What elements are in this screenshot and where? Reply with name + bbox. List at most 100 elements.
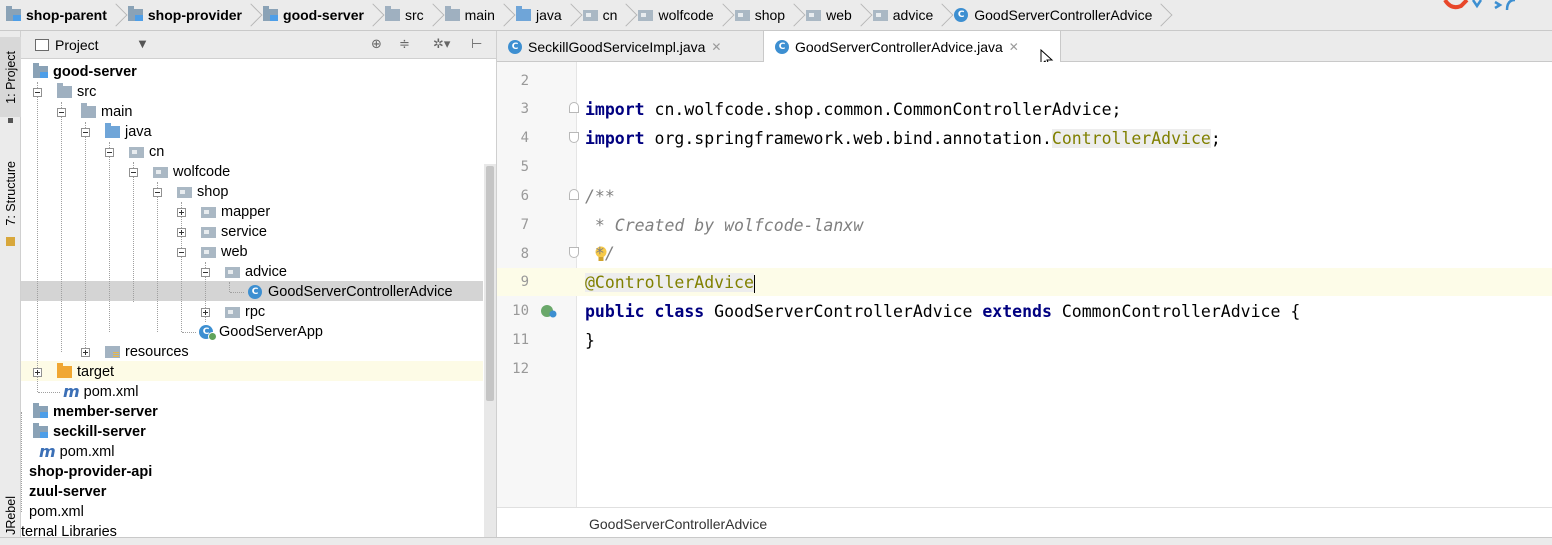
fold-marker-icon[interactable]	[569, 247, 579, 258]
tree-guide-line	[181, 202, 182, 332]
close-icon[interactable]: ✕	[711, 40, 721, 54]
module-folder-icon	[33, 403, 48, 418]
tree-item-shop[interactable]: shop	[177, 182, 228, 202]
editor-breadcrumb-label[interactable]: GoodServerControllerAdvice	[589, 516, 767, 532]
project-panel-title[interactable]: Project	[55, 37, 99, 53]
editor-tabs: C SeckillGoodServiceImpl.java ✕ C GoodServe…	[497, 31, 1552, 69]
tree-toggle-expand[interactable]	[201, 308, 210, 317]
breadcrumb-item-goodservercontrolleradvice[interactable]: C GoodServerControllerAdvice	[948, 0, 1158, 30]
breadcrumb-separator	[113, 0, 122, 30]
project-panel-header: Project ▼ ⊕ ≑ ✲▾ ⊢	[21, 31, 496, 59]
tree-item-wolfcode[interactable]: wolfcode	[153, 162, 230, 182]
fold-marker-icon[interactable]	[569, 102, 579, 113]
tree-item-mapper[interactable]: mapper	[201, 202, 270, 222]
breadcrumb-item-wolfcode[interactable]: wolfcode	[632, 0, 719, 30]
breadcrumb: shop-parent shop-provider good-server sr…	[0, 0, 1552, 31]
breadcrumb-item-shop[interactable]: shop	[729, 0, 791, 30]
module-folder-icon	[33, 63, 48, 78]
tree-item-goodserverapp[interactable]: C GoodServerApp	[199, 322, 323, 342]
code-editor[interactable]: 2 3 4 5 6 7 8 9 10 11 12 import cn.wolfc…	[497, 62, 1552, 545]
package-icon	[582, 9, 598, 21]
line-number: 8	[520, 246, 529, 262]
tree-toggle-expand[interactable]	[81, 348, 90, 357]
line-number: 9	[520, 274, 529, 290]
locate-icon[interactable]: ⊕	[371, 37, 382, 52]
breadcrumb-separator	[939, 0, 948, 30]
tree-item-pom-xml[interactable]: m pom.xml	[39, 442, 114, 462]
breadcrumb-item-main[interactable]: main	[439, 0, 501, 30]
tree-toggle-collapse[interactable]	[201, 268, 210, 277]
tree-item-resources[interactable]: resources	[105, 342, 189, 362]
code-line-9: @ControllerAdvice	[585, 273, 755, 293]
package-icon	[201, 206, 216, 218]
tree-item-advice[interactable]: advice	[225, 262, 287, 282]
tree-item-src[interactable]: src	[57, 82, 96, 102]
breadcrumb-item-good-server[interactable]: good-server	[257, 0, 370, 30]
spring-bean-gutter-icon[interactable]	[540, 303, 558, 319]
fold-marker-icon[interactable]	[569, 189, 579, 200]
settings-gear-icon[interactable]: ✲▾	[433, 37, 450, 52]
line-number: 7	[520, 217, 529, 233]
line-number: 4	[520, 130, 529, 146]
breadcrumb-separator	[248, 0, 257, 30]
module-folder-icon	[6, 6, 21, 21]
package-icon	[638, 9, 654, 21]
tree-item-java[interactable]: java	[105, 122, 152, 142]
breadcrumb-item-advice[interactable]: advice	[867, 0, 939, 30]
tree-item-member-server[interactable]: member-server	[33, 402, 158, 422]
tree-item-service[interactable]: service	[201, 222, 267, 242]
project-scrollbar[interactable]	[484, 164, 496, 545]
tree-item-seckill-server[interactable]: seckill-server	[33, 422, 146, 442]
tree-toggle-collapse[interactable]	[105, 148, 114, 157]
tab-seckillgoodserviceimpl[interactable]: C SeckillGoodServiceImpl.java ✕	[497, 31, 721, 62]
tree-item-shop-provider-api[interactable]: shop-provider-api	[29, 462, 152, 482]
tree-toggle-collapse[interactable]	[153, 188, 162, 197]
tree-toggle-collapse[interactable]	[177, 248, 186, 257]
tree-guide-line	[182, 332, 196, 333]
source-folder-icon	[105, 123, 120, 138]
folder-icon	[384, 6, 400, 21]
tree-item-rpc[interactable]: rpc	[225, 302, 265, 322]
tool-tab-structure[interactable]: 7: Structure	[0, 143, 21, 243]
hide-panel-icon[interactable]: ⊢	[471, 37, 482, 52]
tree-item-target[interactable]: target	[57, 362, 114, 382]
collapse-all-icon[interactable]: ≑	[399, 37, 410, 52]
tree-item-pom-xml[interactable]: pom.xml	[29, 502, 84, 522]
breadcrumb-item-shop-provider[interactable]: shop-provider	[122, 0, 248, 30]
tree-item-cn[interactable]: cn	[129, 142, 164, 162]
source-folder-icon	[515, 6, 531, 21]
tree-item-zuul-server[interactable]: zuul-server	[29, 482, 106, 502]
fold-marker-icon[interactable]	[569, 132, 579, 143]
tool-tab-project[interactable]: 1: Project	[0, 37, 21, 117]
tree-item-web[interactable]: web	[201, 242, 248, 262]
breadcrumb-separator	[623, 0, 632, 30]
code-line-4: import org.springframework.web.bind.anno…	[585, 129, 1221, 148]
tree-toggle-collapse[interactable]	[81, 128, 90, 137]
tree-item-main[interactable]: main	[81, 102, 132, 122]
package-icon	[129, 146, 144, 158]
close-icon[interactable]: ✕	[1009, 40, 1019, 54]
plugin-logo-icon	[1437, 0, 1552, 14]
tree-item-good-server[interactable]: good-server	[33, 62, 137, 82]
project-panel: Project ▼ ⊕ ≑ ✲▾ ⊢ good-server src main …	[21, 31, 497, 545]
package-icon	[872, 9, 888, 21]
scrollbar-thumb[interactable]	[486, 166, 494, 401]
tree-guide-line	[37, 82, 38, 392]
tree-item-pom-xml[interactable]: m pom.xml	[63, 382, 138, 402]
tree-toggle-collapse[interactable]	[129, 168, 138, 177]
tree-item-goodservercontrolleradvice[interactable]: C GoodServerControllerAdvice	[248, 282, 453, 302]
line-number: 12	[512, 361, 529, 377]
tool-tab-jrebel[interactable]: JRebel	[0, 485, 21, 545]
tree-toggle-collapse[interactable]	[57, 108, 66, 117]
package-icon	[734, 9, 750, 21]
tab-goodservercontrolleradvice[interactable]: C GoodServerControllerAdvice.java ✕	[763, 31, 1061, 63]
tree-toggle-collapse[interactable]	[33, 88, 42, 97]
code-line-7: * Created by wolfcode-lanxw	[585, 216, 864, 235]
tree-toggle-expand[interactable]	[33, 368, 42, 377]
tree-toggle-expand[interactable]	[177, 208, 186, 217]
breadcrumb-item-shop-parent[interactable]: shop-parent	[0, 0, 113, 30]
tree-toggle-expand[interactable]	[177, 228, 186, 237]
class-icon: C	[775, 40, 789, 54]
line-number: 6	[520, 188, 529, 204]
view-dropdown-icon[interactable]: ▼	[139, 39, 147, 50]
